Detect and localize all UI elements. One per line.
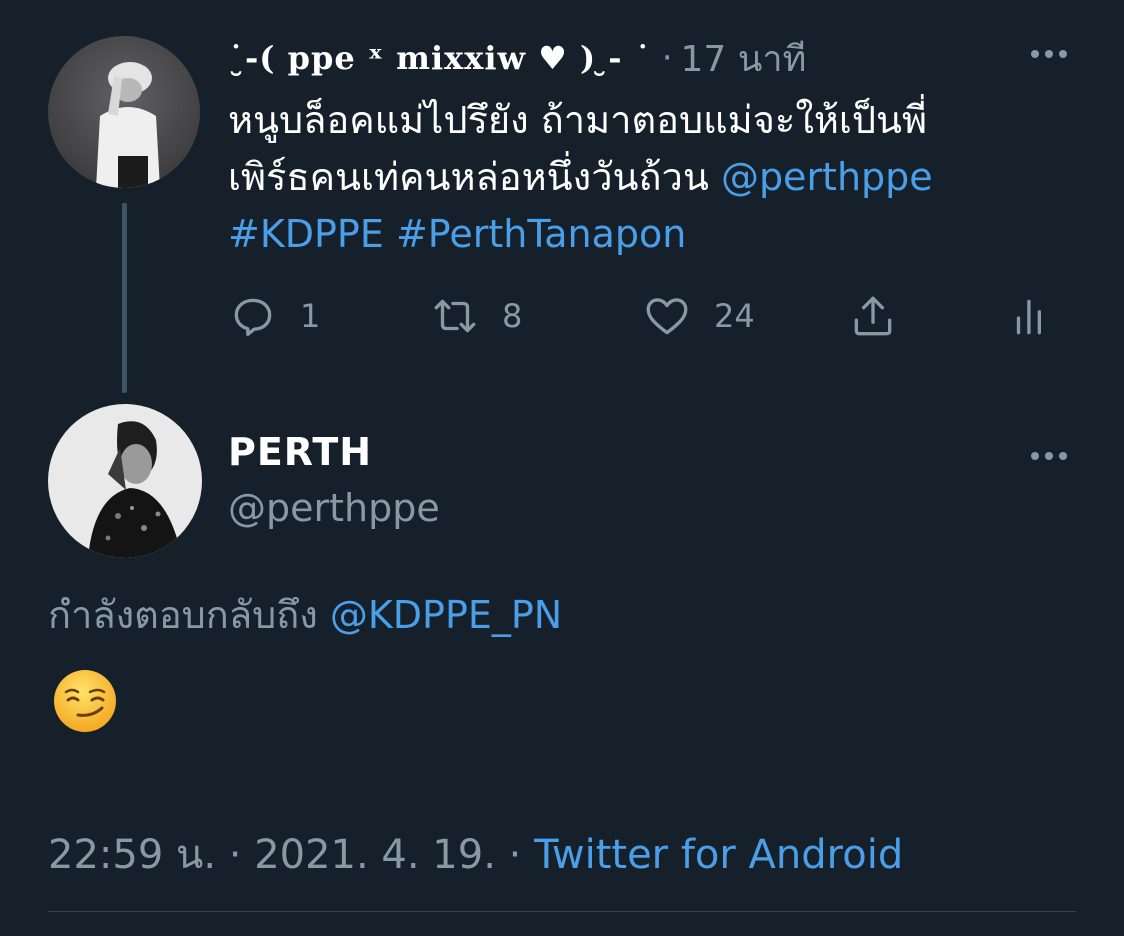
more-options-icon[interactable] [1031, 44, 1067, 64]
tweet-meta: 22:59 น. · 2021. 4. 19. · Twitter for An… [48, 822, 903, 886]
share-button[interactable] [848, 288, 898, 344]
thread-line [122, 203, 127, 393]
smirking-face-icon [54, 670, 116, 732]
retweet-count: 8 [502, 297, 523, 335]
timestamp[interactable]: 17 นาที [681, 30, 807, 87]
separator: · [661, 38, 673, 78]
replying-to-link[interactable]: @KDPPE_PN [330, 593, 562, 637]
user-handle[interactable]: @perthppe [228, 486, 440, 530]
retweet-icon [434, 299, 476, 333]
analytics-icon [1016, 299, 1041, 335]
tweet-source-link[interactable]: Twitter for Android [534, 832, 903, 878]
avatar[interactable] [48, 36, 200, 188]
tweet-text-fragment: เพิร์ธคนเท่คนหล่อหนึ่งวันถ้วน [228, 155, 721, 199]
hashtag-link[interactable]: #PerthTanapon [396, 212, 686, 256]
tweet-actions: 1 8 24 [228, 288, 1058, 344]
replying-label: กำลังตอบกลับถึง [48, 593, 330, 637]
tweet-text-line: หนูบล็อคแม่ไปรึยัง ถ้ามาตอบแม่จะให้เป็นพ… [228, 98, 928, 142]
replying-to: กำลังตอบกลับถึง @KDPPE_PN [48, 584, 562, 645]
reply-icon [234, 298, 272, 336]
reply-button[interactable]: 1 [228, 288, 320, 344]
tweet-header: ˙̮-( ppe ˣ mixxiw ♥ ) ̮- ˙ · 17 นาที [228, 36, 806, 80]
retweet-button[interactable]: 8 [430, 288, 522, 344]
mention-link[interactable]: @perthppe [721, 155, 933, 199]
like-button[interactable]: 24 [642, 288, 755, 344]
reply-count: 1 [300, 297, 321, 335]
hashtag-link[interactable]: #KDPPE [228, 212, 384, 256]
heart-icon [646, 298, 688, 335]
tweet-text: หนูบล็อคแม่ไปรึยัง ถ้ามาตอบแม่จะให้เป็นพ… [228, 92, 1048, 263]
analytics-button[interactable] [1006, 288, 1056, 344]
share-icon [854, 296, 892, 336]
tweet-text-line: เพิร์ธคนเท่คนหล่อหนึ่งวันถ้วน @perthppe [228, 149, 1048, 206]
display-name[interactable]: ˙̮-( ppe ˣ mixxiw ♥ ) ̮- ˙ [228, 39, 652, 77]
like-count: 24 [714, 297, 755, 335]
more-options-icon[interactable] [1031, 446, 1067, 466]
avatar[interactable] [48, 404, 202, 558]
display-name[interactable]: PERTH [228, 430, 372, 474]
tweet-timestamp: 22:59 น. · 2021. 4. 19. · [48, 832, 535, 878]
divider [48, 911, 1076, 912]
hashtag-line: #KDPPE #PerthTanapon [228, 206, 1048, 263]
tweet-thread: ˙̮-( ppe ˣ mixxiw ♥ ) ̮- ˙ · 17 นาที หนู… [0, 0, 1124, 936]
